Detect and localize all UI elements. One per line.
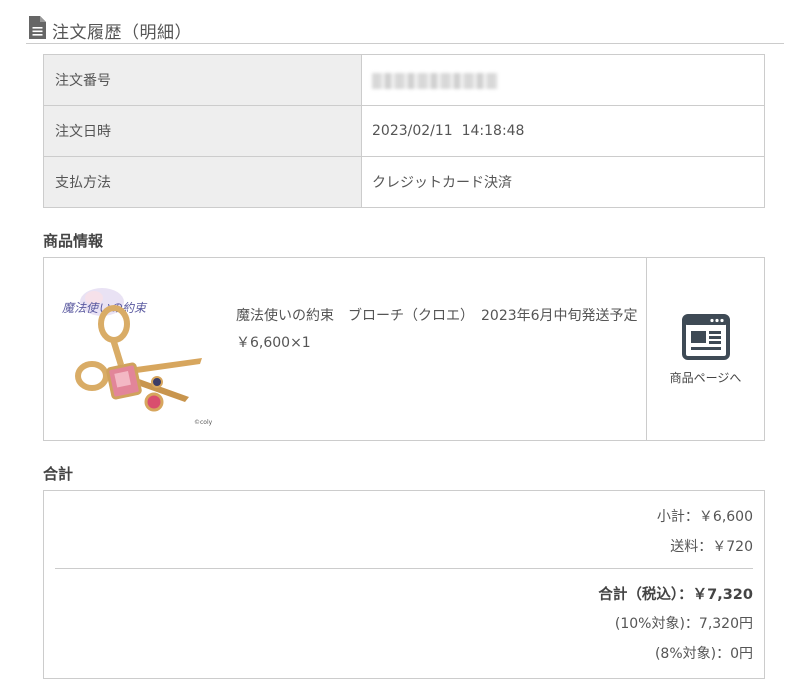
order-date-value: 2023/02/11 14:18:48 [361, 105, 765, 157]
browser-page-icon [681, 313, 730, 360]
page-title: 注文履歴（明細） [52, 23, 192, 43]
order-number-row: 注文番号 [43, 54, 765, 106]
product-name: 魔法使いの約束 ブローチ（クロエ） 2023年6月中旬発送予定 [236, 308, 638, 324]
product-section-title: 商品情報 [43, 232, 104, 250]
document-icon [29, 16, 46, 39]
order-number-value [361, 54, 765, 106]
shipping-fee: 送料：￥720 [670, 539, 753, 555]
product-text: 魔法使いの約束 ブローチ（クロエ） 2023年6月中旬発送予定 ￥6,600×1 [236, 303, 641, 357]
page-header: 注文履歴（明細） [26, 14, 784, 44]
order-number-label: 注文番号 [43, 54, 362, 106]
totals-box: 小計：￥6,600 送料：￥720 合計（税込）：￥7,320 (10%対象)：… [43, 490, 765, 679]
redacted-order-number [372, 73, 498, 89]
totals-divider [55, 568, 753, 569]
tax-8-percent: (8%対象)：0円 [654, 646, 753, 662]
product-item: 魔法使いの約束 ©coly 魔法使いの約束 ブローチ（クロエ） 2023年6月中… [43, 257, 765, 441]
product-details: 魔法使いの約束 ©coly 魔法使いの約束 ブローチ（クロエ） 2023年6月中… [44, 258, 647, 440]
order-info-table: 注文番号 注文日時 2023/02/11 14:18:48 支払方法 クレジット… [43, 54, 765, 208]
order-date-row: 注文日時 2023/02/11 14:18:48 [43, 105, 765, 157]
payment-method-value: クレジットカード決済 [361, 156, 765, 208]
payment-method-row: 支払方法 クレジットカード決済 [43, 156, 765, 208]
grand-total: 合計（税込）：￥7,320 [598, 587, 753, 603]
product-image[interactable]: 魔法使いの約束 ©coly [54, 272, 219, 432]
copyright-text: ©coly [194, 419, 213, 426]
product-page-link-label: 商品ページへ [669, 370, 742, 385]
product-price-quantity: ￥6,600×1 [236, 335, 311, 351]
totals-section-title: 合計 [43, 465, 74, 483]
payment-method-label: 支払方法 [43, 156, 362, 208]
tax-10-percent: (10%対象)：7,320円 [614, 616, 753, 632]
product-page-link[interactable]: 商品ページへ [647, 258, 764, 440]
subtotal: 小計：￥6,600 [656, 509, 753, 525]
order-date-label: 注文日時 [43, 105, 362, 157]
